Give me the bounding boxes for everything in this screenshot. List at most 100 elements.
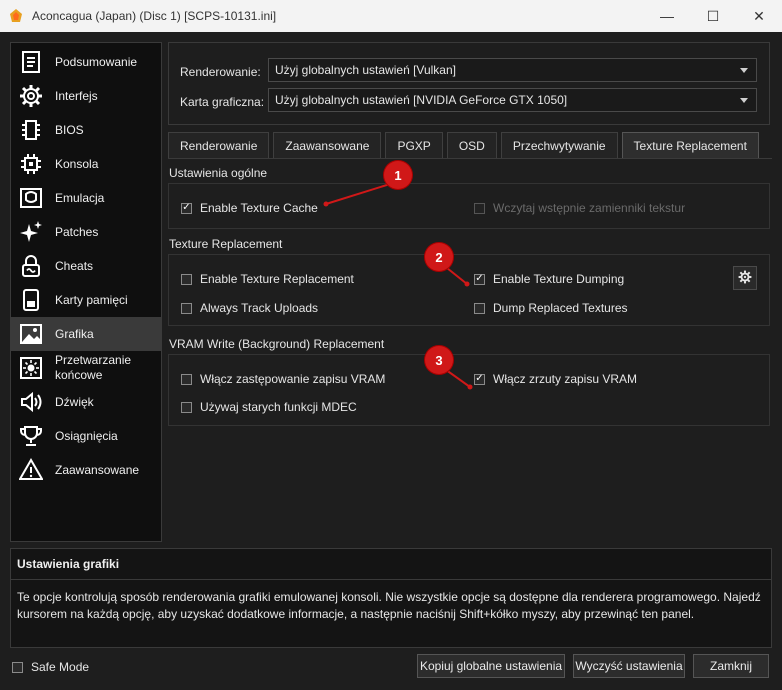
vram-replacement-checkbox[interactable]: Włącz zastępowanie zapisu VRAM — [181, 372, 385, 386]
renderer-value: Użyj globalnych ustawień [Vulkan] — [275, 63, 456, 77]
tab-label: Przechwytywanie — [512, 138, 606, 153]
gear-icon — [738, 270, 752, 287]
chevron-down-icon — [740, 68, 748, 73]
always-track-uploads-checkbox[interactable]: Always Track Uploads — [181, 301, 318, 315]
sidebar-item-interface[interactable]: Interfejs — [11, 79, 161, 113]
trophy-icon — [17, 422, 45, 450]
checkbox-box: ✓ — [181, 202, 192, 214]
checkbox-box: ✓ — [474, 273, 485, 285]
renderer-select[interactable]: Użyj globalnych ustawień [Vulkan] — [268, 58, 757, 82]
checkbox-label: Włącz zrzuty zapisu VRAM — [493, 372, 638, 386]
checkbox-label: Safe Mode — [31, 660, 90, 674]
title-bar: Aconcagua (Japan) (Disc 1) [SCPS-10131.i… — [0, 0, 782, 32]
old-mdec-checkbox[interactable]: Używaj starych funkcji MDEC — [181, 400, 357, 414]
checkbox-box — [12, 661, 23, 673]
checkbox-label: Włącz zastępowanie zapisu VRAM — [200, 372, 386, 386]
sidebar-item-patches[interactable]: Patches — [11, 215, 161, 249]
adapter-value: Użyj globalnych ustawień [NVIDIA GeForce… — [275, 93, 568, 107]
texture-group: Enable Texture Replacement ✓ Enable Text… — [168, 254, 770, 326]
enable-texture-replacement-checkbox[interactable]: Enable Texture Replacement — [181, 272, 354, 286]
annotation-marker-2: 2 — [425, 243, 453, 271]
checkbox-label: Dump Replaced Textures — [493, 301, 628, 315]
sidebar-item-label: Dźwięk — [55, 394, 94, 409]
renderer-panel: Renderowanie: Użyj globalnych ustawień [… — [168, 42, 770, 125]
preload-replacements-checkbox[interactable]: Wczytaj wstępnie zamienniki tekstur — [474, 201, 685, 215]
tab-capture[interactable]: Przechwytywanie — [500, 132, 618, 158]
tab-divider — [168, 158, 772, 159]
emulation-icon — [17, 184, 45, 212]
sidebar-item-memory-cards[interactable]: Karty pamięci — [11, 283, 161, 317]
sidebar-item-label: Przetwarzanie końcowe — [55, 353, 132, 382]
sidebar-item-label: Cheats — [55, 258, 94, 273]
memory-card-icon — [17, 286, 45, 314]
duckstation-logo-icon — [8, 8, 24, 24]
sidebar-item-emulation[interactable]: Emulacja — [11, 181, 161, 215]
sidebar-item-label: BIOS — [55, 122, 84, 137]
description-divider — [11, 579, 771, 580]
enable-texture-dumping-checkbox[interactable]: ✓ Enable Texture Dumping — [474, 272, 624, 286]
maximize-button[interactable]: ☐ — [690, 0, 736, 32]
section-vram-title: VRAM Write (Background) Replacement — [169, 337, 385, 351]
sidebar-item-label: Osiągnięcia — [55, 428, 118, 443]
sidebar-item-advanced[interactable]: Zaawansowane — [11, 453, 161, 487]
lock-icon — [17, 252, 45, 280]
safe-mode-checkbox[interactable]: Safe Mode — [12, 660, 89, 674]
section-texture-title: Texture Replacement — [169, 237, 283, 251]
tab-pgxp[interactable]: PGXP — [385, 132, 443, 158]
cpu-icon — [17, 150, 45, 178]
checkbox-label: Always Track Uploads — [200, 301, 319, 315]
tab-osd[interactable]: OSD — [446, 132, 497, 158]
renderer-label: Renderowanie: — [180, 65, 261, 79]
tab-label: PGXP — [397, 138, 431, 153]
tab-rendering[interactable]: Renderowanie — [168, 132, 270, 158]
sidebar-item-audio[interactable]: Dźwięk — [11, 385, 161, 419]
enable-texture-cache-checkbox[interactable]: ✓ Enable Texture Cache — [181, 201, 318, 215]
footer-bar: Safe Mode Kopiuj globalne ustawienia Wyc… — [0, 652, 782, 690]
close-button[interactable]: Zamknij — [693, 654, 769, 678]
sidebar-item-cheats[interactable]: Cheats — [11, 249, 161, 283]
clear-settings-button[interactable]: Wyczyść ustawienia — [573, 654, 685, 678]
sidebar: Podsumowanie Interfejs BIOS Konsola Emul… — [10, 42, 162, 542]
checkbox-box — [181, 373, 192, 385]
sidebar-item-post-processing[interactable]: Przetwarzanie końcowe — [11, 351, 161, 385]
checkbox-label: Enable Texture Replacement — [200, 272, 354, 286]
description-panel: Ustawienia grafiki Te opcje kontrolują s… — [10, 548, 772, 648]
dump-replaced-textures-checkbox[interactable]: Dump Replaced Textures — [474, 301, 628, 315]
checkbox-box — [474, 302, 485, 314]
speaker-icon — [17, 388, 45, 416]
tab-label: Zaawansowane — [285, 138, 370, 153]
section-general-title: Ustawienia ogólne — [169, 166, 268, 180]
tab-label: Texture Replacement — [633, 138, 747, 153]
sidebar-item-label: Karty pamięci — [55, 292, 128, 307]
texture-settings-button[interactable] — [733, 266, 757, 290]
description-title: Ustawienia grafiki — [17, 557, 120, 571]
brightness-icon — [17, 354, 45, 382]
sidebar-item-summary[interactable]: Podsumowanie — [11, 45, 161, 79]
close-window-button[interactable]: ✕ — [736, 0, 782, 32]
window-title: Aconcagua (Japan) (Disc 1) [SCPS-10131.i… — [32, 9, 277, 23]
sidebar-item-achievements[interactable]: Osiągnięcia — [11, 419, 161, 453]
tab-advanced[interactable]: Zaawansowane — [273, 132, 382, 158]
summary-icon — [17, 48, 45, 76]
checkbox-box — [474, 202, 485, 214]
sidebar-item-bios[interactable]: BIOS — [11, 113, 161, 147]
checkbox-label: Wczytaj wstępnie zamienniki tekstur — [493, 201, 686, 215]
copy-global-settings-button[interactable]: Kopiuj globalne ustawienia — [417, 654, 565, 678]
checkbox-box — [181, 401, 192, 413]
description-text: Te opcje kontrolują sposób renderowania … — [17, 590, 761, 621]
tab-label: Renderowanie — [180, 138, 258, 153]
sidebar-item-label: Podsumowanie — [55, 54, 138, 69]
adapter-label: Karta graficzna: — [180, 95, 265, 109]
adapter-select[interactable]: Użyj globalnych ustawień [NVIDIA GeForce… — [268, 88, 757, 112]
minimize-button[interactable]: — — [644, 0, 690, 32]
sidebar-item-label: Konsola — [55, 156, 99, 171]
vram-dump-checkbox[interactable]: ✓ Włącz zrzuty zapisu VRAM — [474, 372, 637, 386]
sidebar-item-console[interactable]: Konsola — [11, 147, 161, 181]
gear-icon — [17, 82, 45, 110]
image-icon — [17, 320, 45, 348]
sidebar-item-graphics[interactable]: Grafika — [11, 317, 161, 351]
checkbox-box — [181, 302, 192, 314]
tab-texture-replacement[interactable]: Texture Replacement — [621, 132, 759, 158]
settings-window: Podsumowanie Interfejs BIOS Konsola Emul… — [0, 32, 782, 690]
annotation-marker-1: 1 — [384, 161, 412, 189]
